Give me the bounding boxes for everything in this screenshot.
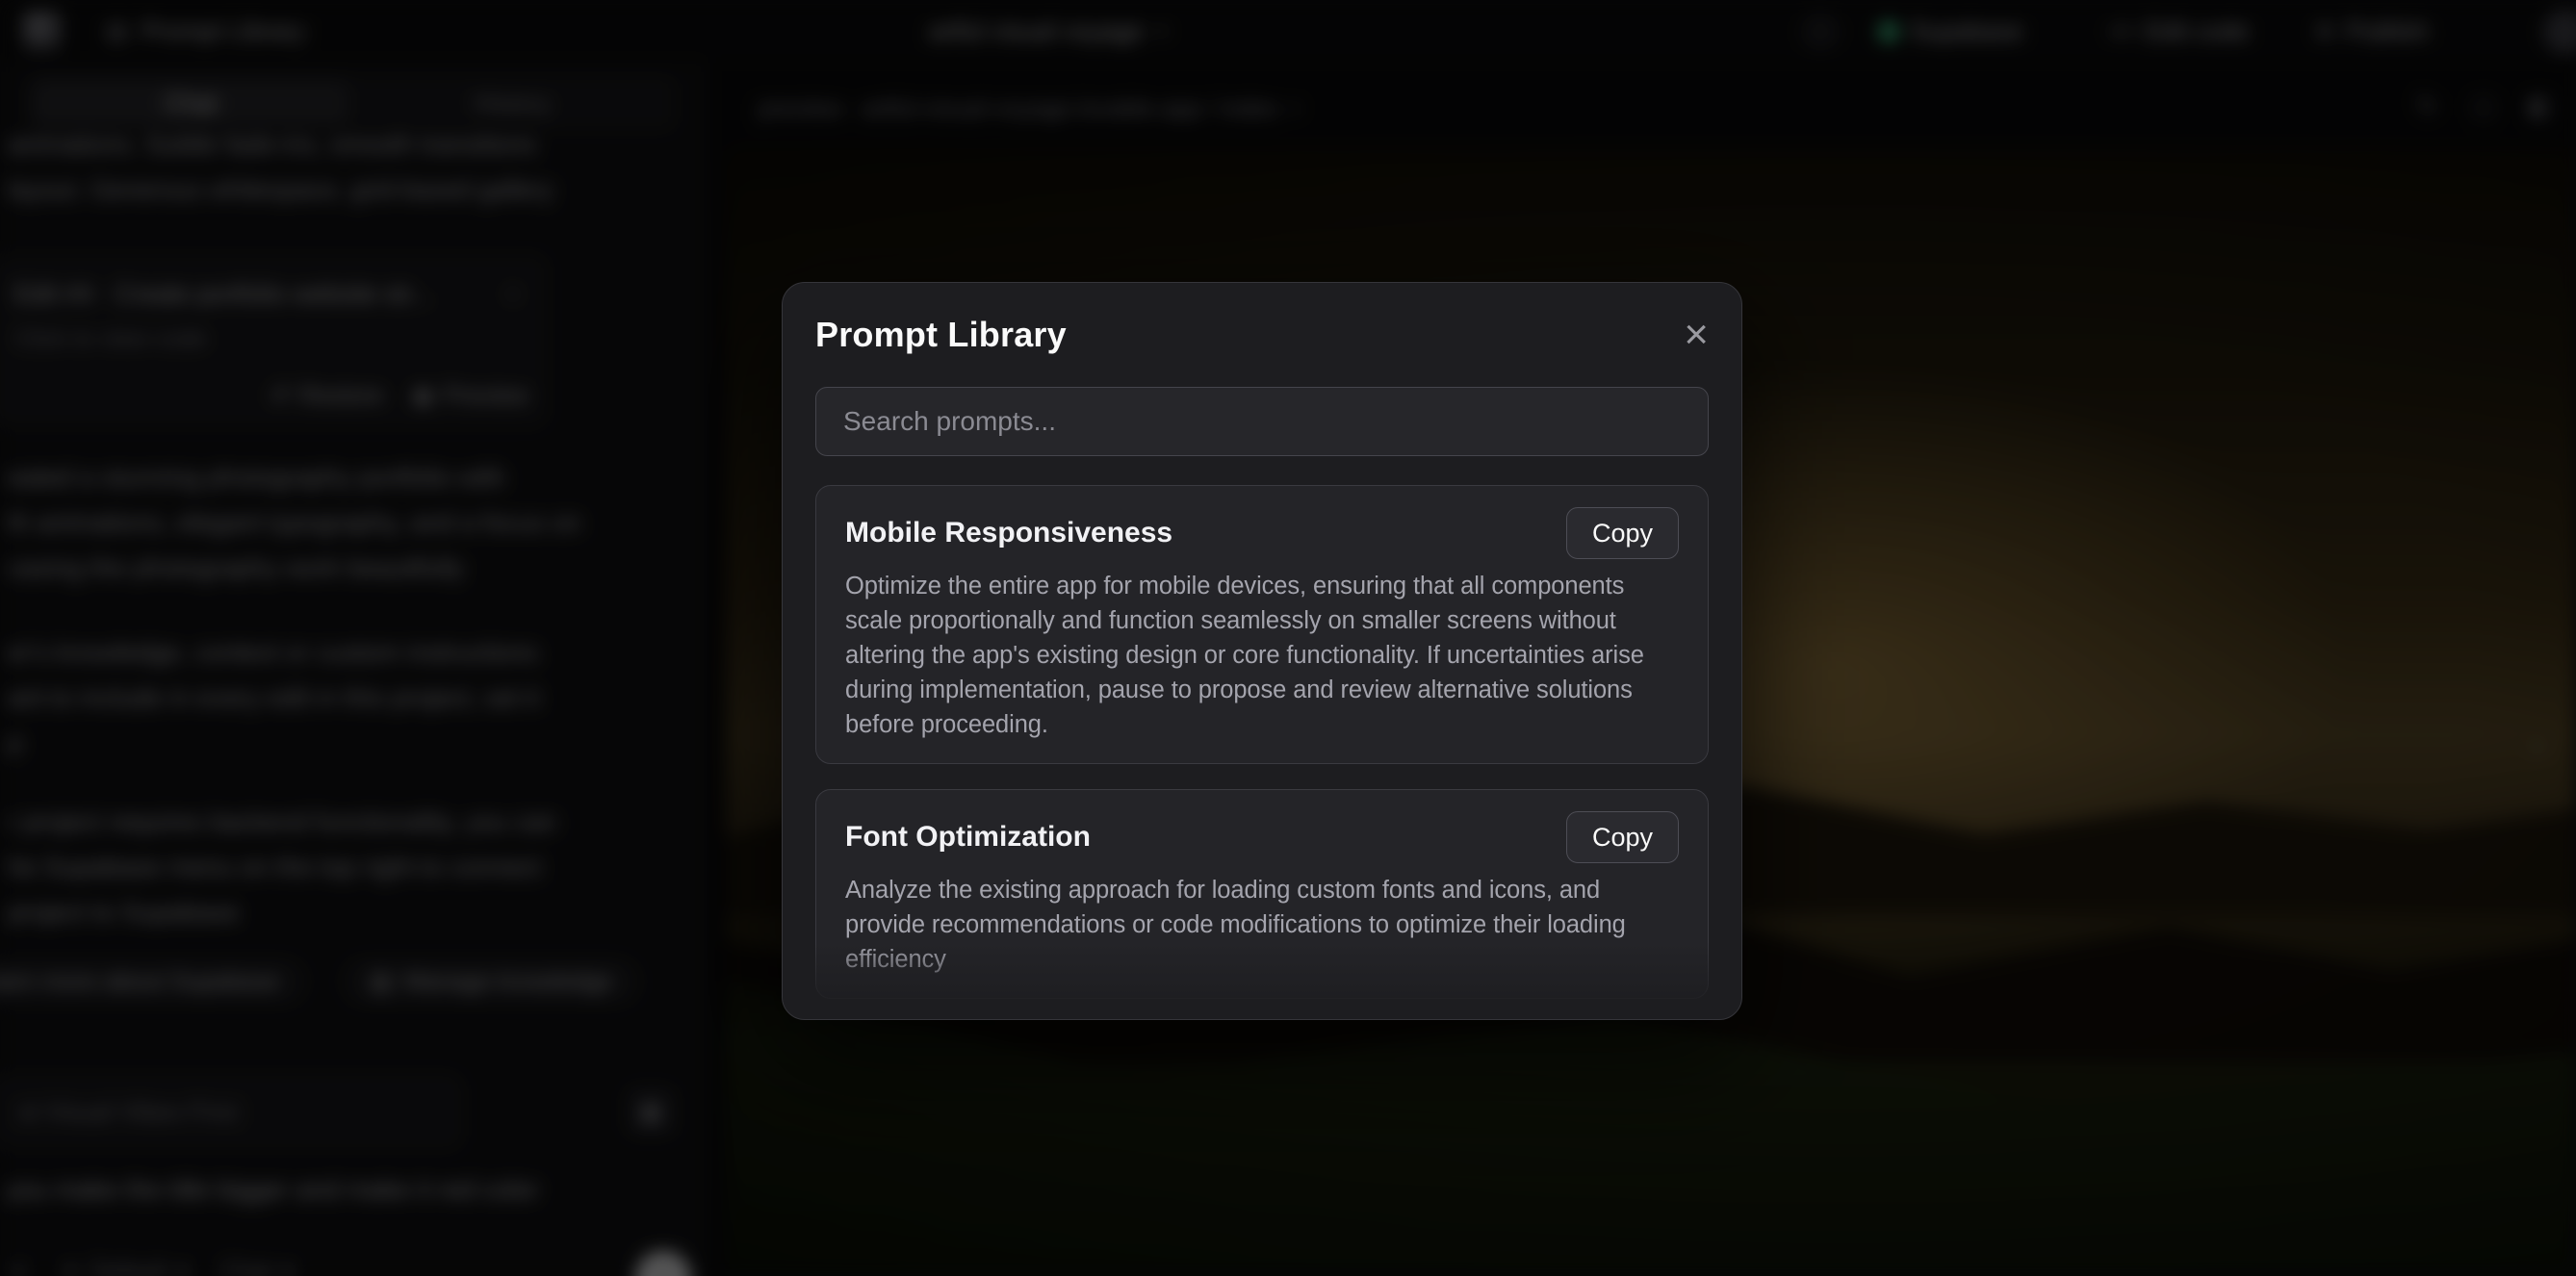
prompt-card[interactable]: Font Optimization Copy Analyze the exist… [815, 789, 1709, 999]
copy-button[interactable]: Copy [1566, 811, 1679, 863]
prompt-title: Mobile Responsiveness [845, 517, 1172, 549]
prompt-title: Font Optimization [845, 821, 1091, 854]
app-window: ▤ Prompt Library artful visual voyage ▾ … [0, 0, 2576, 1276]
copy-button[interactable]: Copy [1566, 507, 1679, 559]
search-input[interactable] [815, 387, 1709, 456]
close-icon[interactable]: × [1684, 316, 1709, 354]
prompt-card[interactable]: Mobile Responsiveness Copy Optimize the … [815, 485, 1709, 764]
prompt-library-modal: Prompt Library × Mobile Responsiveness C… [782, 282, 1742, 1020]
prompt-description: Analyze the existing approach for loadin… [845, 873, 1679, 977]
prompt-list: Mobile Responsiveness Copy Optimize the … [815, 485, 1709, 1019]
prompt-description: Optimize the entire app for mobile devic… [845, 569, 1679, 742]
modal-title: Prompt Library [815, 315, 1067, 355]
